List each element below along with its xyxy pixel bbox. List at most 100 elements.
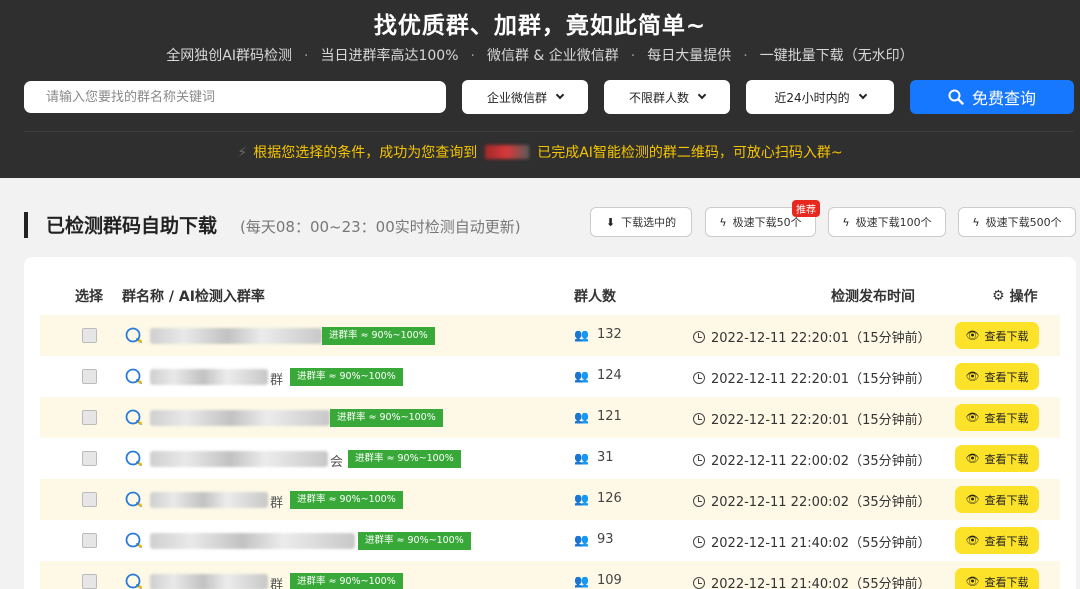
users-icon: 👥 [574, 491, 589, 506]
column-header-select: 选择 [75, 289, 103, 305]
publish-time: 2022-12-11 21:40:02（55分钟前） [693, 532, 931, 551]
row-checkbox[interactable] [82, 451, 97, 466]
publish-time: 2022-12-11 21:40:02（55分钟前） [693, 573, 931, 589]
member-count-value: 121 [596, 409, 622, 424]
clock-icon [693, 453, 705, 466]
row-checkbox[interactable] [82, 533, 97, 548]
group-name-suffix: 群 [270, 496, 284, 511]
redacted-group-name [150, 451, 328, 467]
publish-time-value: 2022-12-11 21:40:02（55分钟前） [711, 577, 931, 589]
view-download-button[interactable]: 👁 查看下载 [955, 445, 1039, 472]
download-icon: ⬇ [605, 215, 616, 229]
member-count-value: 124 [596, 368, 622, 383]
eye-icon: 👁 [965, 370, 980, 383]
member-count-value: 31 [596, 450, 614, 465]
member-count-value: 93 [596, 532, 614, 547]
view-download-button[interactable]: 👁 查看下载 [955, 404, 1039, 431]
member-count: 👥 132 [574, 327, 622, 342]
publish-time: 2022-12-11 22:00:02（35分钟前） [693, 450, 931, 469]
fast-download-100-button[interactable]: ϟ 极速下载100个 [828, 207, 946, 237]
hero-title: 找优质群、加群，竟如此简单~ [373, 13, 707, 39]
clock-icon [693, 535, 705, 548]
group-type-select[interactable]: 企业微信群 [462, 80, 588, 114]
join-rate-badge: 进群率 ≈ 90%~100% [290, 573, 403, 589]
view-download-button[interactable]: 👁 查看下载 [955, 486, 1039, 513]
chevron-down-icon [697, 90, 707, 100]
section-note: (每天08：00~23：00实时检测自动更新) [240, 218, 521, 236]
lightning-icon: ϟ [719, 215, 727, 229]
time-range-select[interactable]: 近24小时内的 [746, 80, 894, 114]
search-icon [948, 89, 964, 105]
lightning-icon: ⚡ [237, 145, 248, 161]
join-rate-badge: 进群率 ≈ 90%~100% [290, 368, 403, 386]
clock-icon [693, 576, 705, 589]
view-download-button[interactable]: 👁 查看下载 [955, 322, 1039, 349]
row-checkbox[interactable] [82, 574, 97, 589]
member-count: 👥 121 [574, 409, 622, 424]
table-row: 群 进群率 ≈ 90%~100% 👥 109 2022-12-11 21:40:0… [40, 561, 1060, 589]
query-button[interactable]: 免费查询 [910, 80, 1074, 114]
view-download-label: 查看下载 [984, 452, 1029, 466]
table-row: 群 进群率 ≈ 90%~100% 👥 126 2022-12-11 22:00:0… [40, 479, 1060, 520]
download-selected-button[interactable]: ⬇ 下载选中的 [590, 207, 692, 237]
eye-icon: 👁 [965, 575, 980, 588]
users-icon: 👥 [574, 409, 589, 424]
fast-download-500-button[interactable]: ϟ 极速下载500个 [958, 207, 1076, 237]
lightning-icon: ϟ [842, 215, 850, 229]
chat-icon [125, 368, 142, 384]
feature-item: 全网独创AI群码检测 [166, 48, 293, 64]
fast-download-500-label: 极速下载500个 [985, 216, 1062, 229]
recommend-badge: 推荐 [792, 200, 820, 217]
member-count: 👥 124 [574, 368, 622, 383]
feature-separator: · [743, 48, 748, 64]
member-count-value: 不限群人数 [628, 90, 689, 105]
redacted-group-name [150, 328, 322, 344]
fast-download-100-label: 极速下载100个 [855, 216, 932, 229]
redacted-count [485, 145, 530, 159]
chat-icon [125, 491, 142, 507]
publish-time: 2022-12-11 22:20:01（15分钟前） [693, 409, 931, 428]
publish-time: 2022-12-11 22:20:01（15分钟前） [693, 368, 931, 387]
member-count-value: 132 [596, 327, 622, 342]
eye-icon: 👁 [965, 452, 980, 465]
join-rate-badge: 进群率 ≈ 90%~100% [358, 532, 471, 550]
result-summary: ⚡ 根据您选择的条件，成功为您查询到 已完成AI智能检测的群二维码，可放心扫码入群~ [0, 142, 1080, 162]
search-input[interactable] [24, 81, 446, 113]
group-name-suffix: 群 [270, 578, 284, 589]
clock-icon [693, 494, 705, 507]
redacted-group-name [150, 369, 268, 385]
feature-item: 当日进群率高达100% [320, 48, 459, 64]
feature-separator: · [470, 48, 475, 64]
publish-time-value: 2022-12-11 21:40:02（55分钟前） [711, 536, 931, 551]
clock-icon [693, 330, 705, 343]
redacted-group-name [150, 533, 355, 549]
member-count-value: 109 [596, 573, 622, 588]
row-checkbox[interactable] [82, 492, 97, 507]
chat-icon [125, 327, 142, 343]
view-download-button[interactable]: 👁 查看下载 [955, 527, 1039, 554]
group-type-value: 企业微信群 [486, 90, 547, 105]
gear-icon: ⚙ [992, 288, 1005, 304]
view-download-label: 查看下载 [984, 534, 1029, 548]
row-checkbox[interactable] [82, 328, 97, 343]
member-count: 👥 93 [574, 532, 614, 547]
chat-icon [125, 409, 142, 425]
view-download-label: 查看下载 [984, 575, 1029, 589]
result-suffix: 已完成AI智能检测的群二维码，可放心扫码入群~ [537, 145, 843, 161]
clock-icon [693, 371, 705, 384]
member-count-select[interactable]: 不限群人数 [604, 80, 730, 114]
view-download-button[interactable]: 👁 查看下载 [955, 363, 1039, 390]
users-icon: 👥 [574, 573, 589, 588]
fast-download-50-label: 极速下载50个 [732, 216, 802, 229]
publish-time-value: 2022-12-11 22:20:01（15分钟前） [711, 372, 931, 387]
view-download-button[interactable]: 👁 查看下载 [955, 568, 1039, 589]
view-download-label: 查看下载 [984, 329, 1029, 343]
section-accent-bar [24, 212, 28, 238]
row-checkbox[interactable] [82, 410, 97, 425]
table-row: 进群率 ≈ 90%~100% 👥 121 2022-12-11 22:20:01（… [40, 397, 1060, 438]
join-rate-badge: 进群率 ≈ 90%~100% [322, 327, 435, 345]
row-checkbox[interactable] [82, 369, 97, 384]
publish-time-value: 2022-12-11 22:00:02（35分钟前） [711, 495, 931, 510]
join-rate-badge: 进群率 ≈ 90%~100% [290, 491, 403, 509]
redacted-group-name [150, 410, 330, 426]
